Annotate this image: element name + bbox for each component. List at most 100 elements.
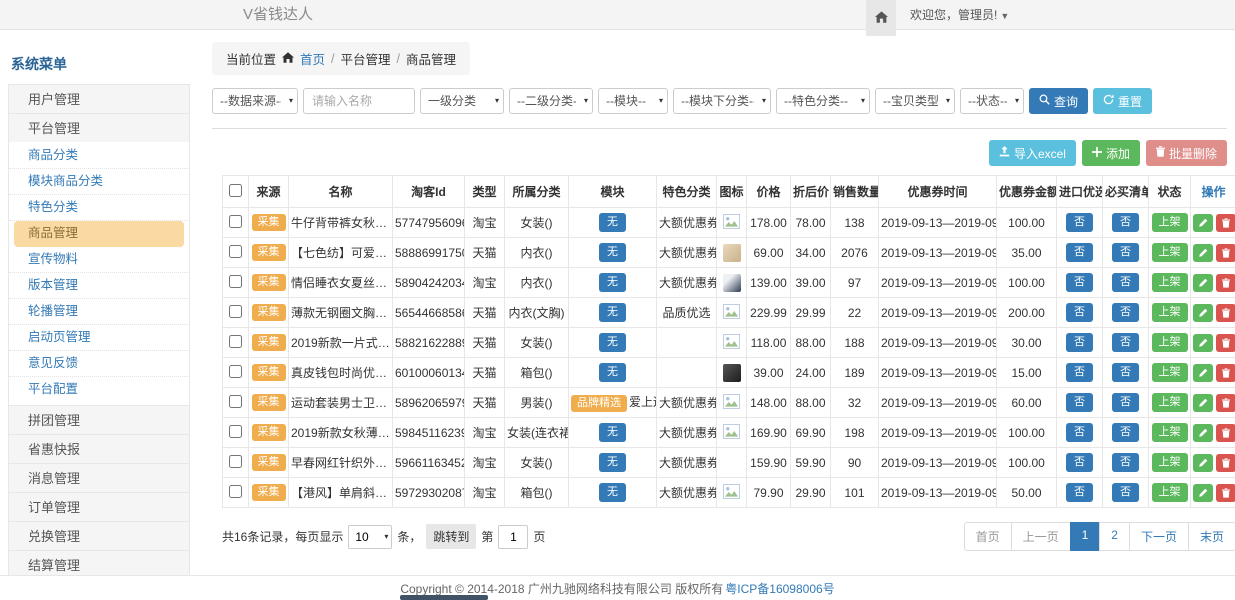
edit-button[interactable] bbox=[1193, 304, 1213, 322]
module-badge[interactable]: 无 bbox=[599, 213, 626, 232]
must-buy-flag[interactable]: 否 bbox=[1112, 213, 1139, 232]
home-button[interactable] bbox=[866, 0, 896, 36]
delete-button[interactable] bbox=[1216, 424, 1235, 442]
row-checkbox[interactable] bbox=[229, 425, 242, 438]
sidebar-item-11[interactable]: 平台配置 bbox=[9, 377, 189, 403]
module-badge[interactable]: 无 bbox=[599, 363, 626, 382]
edit-button[interactable] bbox=[1193, 364, 1213, 382]
import-select-flag[interactable]: 否 bbox=[1066, 303, 1093, 322]
status-badge[interactable]: 上架 bbox=[1152, 483, 1188, 502]
user-menu[interactable]: 欢迎您，管理员!▼ bbox=[896, 0, 1009, 31]
sidebar-item-7[interactable]: 版本管理 bbox=[9, 273, 189, 299]
must-buy-flag[interactable]: 否 bbox=[1112, 333, 1139, 352]
search-button[interactable]: 查询 bbox=[1029, 88, 1088, 114]
status-badge[interactable]: 上架 bbox=[1152, 453, 1188, 472]
sidebar-item-4[interactable]: 特色分类 bbox=[9, 195, 189, 221]
icp-link[interactable]: 粤ICP备16098006号 bbox=[725, 580, 834, 597]
sidebar-item-3[interactable]: 模块商品分类 bbox=[9, 169, 189, 195]
edit-button[interactable] bbox=[1193, 454, 1213, 472]
page-button-5[interactable]: 末页 bbox=[1188, 522, 1235, 551]
edit-button[interactable] bbox=[1193, 214, 1213, 232]
import-select-flag[interactable]: 否 bbox=[1066, 393, 1093, 412]
status-badge[interactable]: 上架 bbox=[1152, 273, 1188, 292]
edit-button[interactable] bbox=[1193, 244, 1213, 262]
delete-button[interactable] bbox=[1216, 304, 1235, 322]
sidebar-group-16[interactable]: 兑换管理 bbox=[8, 521, 190, 551]
edit-button[interactable] bbox=[1193, 274, 1213, 292]
filter-select-0[interactable]: --数据来源-- bbox=[212, 88, 298, 114]
row-checkbox[interactable] bbox=[229, 365, 242, 378]
row-checkbox[interactable] bbox=[229, 245, 242, 258]
sidebar-group-1[interactable]: 平台管理 bbox=[8, 113, 190, 143]
module-badge[interactable]: 无 bbox=[599, 483, 626, 502]
page-button-3[interactable]: 2 bbox=[1099, 522, 1130, 551]
delete-button[interactable] bbox=[1216, 244, 1235, 262]
status-badge[interactable]: 上架 bbox=[1152, 393, 1188, 412]
import-select-flag[interactable]: 否 bbox=[1066, 243, 1093, 262]
per-page-select[interactable]: 10 bbox=[348, 525, 392, 549]
select-all-checkbox[interactable] bbox=[229, 184, 242, 197]
must-buy-flag[interactable]: 否 bbox=[1112, 243, 1139, 262]
sidebar-group-0[interactable]: 用户管理 bbox=[8, 84, 190, 114]
status-badge[interactable]: 上架 bbox=[1152, 213, 1188, 232]
delete-button[interactable] bbox=[1216, 484, 1235, 502]
sidebar-item-10[interactable]: 意见反馈 bbox=[9, 351, 189, 377]
filter-select-7[interactable]: --宝贝类型-- bbox=[875, 88, 955, 114]
sidebar-group-13[interactable]: 省惠快报 bbox=[8, 434, 190, 464]
must-buy-flag[interactable]: 否 bbox=[1112, 453, 1139, 472]
page-button-2[interactable]: 1 bbox=[1070, 522, 1101, 551]
status-badge[interactable]: 上架 bbox=[1152, 333, 1188, 352]
row-checkbox[interactable] bbox=[229, 485, 242, 498]
batch-delete-button[interactable]: 批量删除 bbox=[1146, 140, 1227, 166]
import-excel-button[interactable]: 导入excel bbox=[989, 140, 1076, 166]
import-select-flag[interactable]: 否 bbox=[1066, 363, 1093, 382]
delete-button[interactable] bbox=[1216, 364, 1235, 382]
row-checkbox[interactable] bbox=[229, 275, 242, 288]
horizontal-scrollbar-thumb[interactable] bbox=[400, 595, 488, 600]
module-badge[interactable]: 品牌精选 bbox=[571, 395, 627, 412]
module-badge[interactable]: 无 bbox=[599, 303, 626, 322]
sidebar-item-2[interactable]: 商品分类 bbox=[9, 143, 189, 169]
row-checkbox[interactable] bbox=[229, 335, 242, 348]
status-badge[interactable]: 上架 bbox=[1152, 423, 1188, 442]
must-buy-flag[interactable]: 否 bbox=[1112, 303, 1139, 322]
add-button[interactable]: 添加 bbox=[1082, 140, 1140, 166]
name-search-input[interactable] bbox=[303, 88, 415, 114]
import-select-flag[interactable]: 否 bbox=[1066, 213, 1093, 232]
module-badge[interactable]: 无 bbox=[599, 423, 626, 442]
delete-button[interactable] bbox=[1216, 394, 1235, 412]
sidebar-group-12[interactable]: 拼团管理 bbox=[8, 405, 190, 435]
module-badge[interactable]: 无 bbox=[599, 273, 626, 292]
jump-page-input[interactable] bbox=[498, 525, 528, 549]
sidebar-item-6[interactable]: 宣传物料 bbox=[9, 247, 189, 273]
breadcrumb-home-link[interactable]: 首页 bbox=[300, 49, 325, 68]
import-select-flag[interactable]: 否 bbox=[1066, 273, 1093, 292]
filter-select-2[interactable]: 一级分类 bbox=[420, 88, 504, 114]
delete-button[interactable] bbox=[1216, 454, 1235, 472]
module-badge[interactable]: 无 bbox=[599, 243, 626, 262]
import-select-flag[interactable]: 否 bbox=[1066, 423, 1093, 442]
sidebar-group-14[interactable]: 消息管理 bbox=[8, 463, 190, 493]
status-badge[interactable]: 上架 bbox=[1152, 363, 1188, 382]
module-badge[interactable]: 无 bbox=[599, 453, 626, 472]
page-button-0[interactable]: 首页 bbox=[964, 522, 1012, 551]
must-buy-flag[interactable]: 否 bbox=[1112, 273, 1139, 292]
sidebar-group-15[interactable]: 订单管理 bbox=[8, 492, 190, 522]
edit-button[interactable] bbox=[1193, 394, 1213, 412]
sidebar-item-8[interactable]: 轮播管理 bbox=[9, 299, 189, 325]
must-buy-flag[interactable]: 否 bbox=[1112, 483, 1139, 502]
must-buy-flag[interactable]: 否 bbox=[1112, 423, 1139, 442]
import-select-flag[interactable]: 否 bbox=[1066, 483, 1093, 502]
import-select-flag[interactable]: 否 bbox=[1066, 453, 1093, 472]
filter-select-6[interactable]: --特色分类-- bbox=[776, 88, 870, 114]
import-select-flag[interactable]: 否 bbox=[1066, 333, 1093, 352]
edit-button[interactable] bbox=[1193, 334, 1213, 352]
reset-button[interactable]: 重置 bbox=[1093, 88, 1152, 114]
edit-button[interactable] bbox=[1193, 484, 1213, 502]
must-buy-flag[interactable]: 否 bbox=[1112, 363, 1139, 382]
row-checkbox[interactable] bbox=[229, 215, 242, 228]
delete-button[interactable] bbox=[1216, 334, 1235, 352]
row-checkbox[interactable] bbox=[229, 305, 242, 318]
row-checkbox[interactable] bbox=[229, 395, 242, 408]
sidebar-item-5[interactable]: 商品管理 bbox=[14, 221, 184, 247]
